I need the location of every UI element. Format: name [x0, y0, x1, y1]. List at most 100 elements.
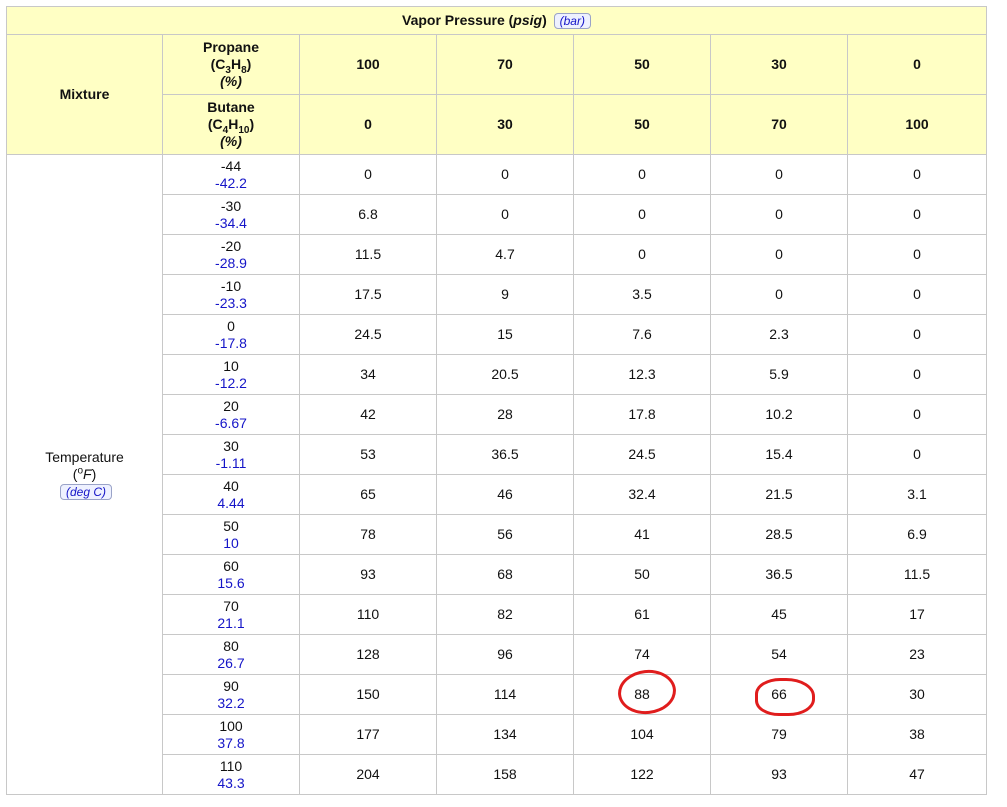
- deg-c-unit-toggle-button[interactable]: (deg C): [59, 484, 112, 500]
- pressure-value-cell: 17.5: [299, 274, 437, 315]
- temp-fahrenheit: -10: [220, 277, 242, 294]
- pressure-value-cell: 15: [436, 314, 574, 355]
- temp-fahrenheit: 0: [227, 317, 235, 334]
- temp-celsius: -28.9: [215, 254, 247, 271]
- pressure-value-cell: 7.6: [573, 314, 711, 355]
- pressure-value-cell: 0: [847, 194, 987, 235]
- pressure-value-cell: 11.5: [299, 234, 437, 275]
- temperature-cell: -44 -42.2: [162, 154, 300, 195]
- temp-fahrenheit: 20: [223, 397, 239, 414]
- temperature-cell: 90 32.2: [162, 674, 300, 715]
- pressure-value-cell: 122: [573, 754, 711, 795]
- title-text: Vapor Pressure: [402, 12, 505, 28]
- pressure-value-cell: 17: [847, 594, 987, 635]
- pressure-value-cell: 177: [299, 714, 437, 755]
- pressure-value-cell: 41: [573, 514, 711, 555]
- temp-fahrenheit: 40: [223, 477, 239, 494]
- pressure-value-cell: 6.9: [847, 514, 987, 555]
- pressure-value-cell: 114: [436, 674, 574, 715]
- pressure-value-cell: 32.4: [573, 474, 711, 515]
- temperature-cell: 80 26.7: [162, 634, 300, 675]
- temp-celsius: 10: [223, 534, 239, 551]
- temp-celsius: 37.8: [217, 734, 245, 751]
- pressure-value-cell: 0: [299, 154, 437, 195]
- temp-fahrenheit: 80: [223, 637, 239, 654]
- pressure-value-cell: 12.3: [573, 354, 711, 395]
- temp-celsius: -23.3: [215, 294, 247, 311]
- pressure-value-cell: 3.1: [847, 474, 987, 515]
- temperature-cell: -30 -34.4: [162, 194, 300, 235]
- propane-pct-cell: 50: [573, 34, 711, 95]
- pressure-value-cell: 36.5: [710, 554, 848, 595]
- pressure-value-cell: 0: [573, 194, 711, 235]
- pressure-value-cell: 28: [436, 394, 574, 435]
- pressure-value-cell: 68: [436, 554, 574, 595]
- pressure-value-cell: 96: [436, 634, 574, 675]
- pressure-value-cell: 150: [299, 674, 437, 715]
- title-row: Vapor Pressure (psig) (bar): [6, 6, 987, 35]
- bar-unit-toggle-button[interactable]: (bar): [553, 13, 591, 29]
- temp-celsius: 15.6: [217, 574, 245, 591]
- pressure-value-cell: 54: [710, 634, 848, 675]
- pressure-value-cell: 0: [847, 434, 987, 475]
- vapor-pressure-table-container: Vapor Pressure (psig) (bar) Mixture Prop…: [6, 6, 987, 796]
- temperature-cell: 70 21.1: [162, 594, 300, 635]
- pressure-value-cell: 0: [847, 394, 987, 435]
- temperature-cell: 10 -12.2: [162, 354, 300, 395]
- vapor-pressure-table: Vapor Pressure (psig) (bar) Mixture Prop…: [6, 6, 987, 795]
- pressure-value-cell: 15.4: [710, 434, 848, 475]
- propane-header-row: Mixture Propane (C3H8) (%) 100 70 50 30 0: [6, 34, 987, 155]
- pressure-value-cell: 4.7: [436, 234, 574, 275]
- temp-fahrenheit: 60: [223, 557, 239, 574]
- pressure-value-cell: 0: [847, 154, 987, 195]
- temperature-header: Temperature (oF) (deg C): [6, 154, 163, 795]
- temp-fahrenheit: 70: [223, 597, 239, 614]
- pressure-value-cell: 0: [573, 234, 711, 275]
- pressure-value-cell: 21.5: [710, 474, 848, 515]
- pressure-value-cell: 0: [436, 194, 574, 235]
- temperature-cell: 60 15.6: [162, 554, 300, 595]
- temp-celsius: -17.8: [215, 334, 247, 351]
- pressure-value-cell: 78: [299, 514, 437, 555]
- pressure-value-cell: 17.8: [573, 394, 711, 435]
- temperature-cell: 20 -6.67: [162, 394, 300, 435]
- propane-name: Propane: [202, 39, 259, 55]
- pressure-value-cell: 9: [436, 274, 574, 315]
- pressure-value-cell: 79: [710, 714, 848, 755]
- pressure-value-cell: 30: [847, 674, 987, 715]
- pressure-value-cell: 88: [573, 674, 711, 715]
- pressure-value-cell: 0: [436, 154, 574, 195]
- temp-fahrenheit: 10: [223, 357, 239, 374]
- pressure-value-cell: 50: [573, 554, 711, 595]
- pressure-value-cell: 0: [573, 154, 711, 195]
- temp-fahrenheit: -44: [220, 157, 242, 174]
- pressure-value-cell: 0: [847, 314, 987, 355]
- butane-pct-cell: 30: [436, 94, 574, 155]
- table-title: Vapor Pressure (psig) (bar): [6, 6, 987, 35]
- pressure-value-cell: 28.5: [710, 514, 848, 555]
- pressure-value-cell: 0: [710, 194, 848, 235]
- pressure-value-cell: 2.3: [710, 314, 848, 355]
- table-row: Temperature (oF) (deg C) -44 -42.2 0 0 0 0 0: [6, 154, 987, 795]
- temperature-cell: 30 -1.11: [162, 434, 300, 475]
- pressure-value-cell: 24.5: [299, 314, 437, 355]
- pressure-value-cell: 20.5: [436, 354, 574, 395]
- butane-label-cell: Butane (C4H10) (%): [162, 94, 300, 155]
- butane-pct-cell: 70: [710, 94, 848, 155]
- propane-percent-unit: (%): [220, 73, 242, 89]
- temp-celsius: -34.4: [215, 214, 247, 231]
- propane-pct-cell: 0: [847, 34, 987, 95]
- pressure-value-cell: 46: [436, 474, 574, 515]
- pressure-value-cell: 134: [436, 714, 574, 755]
- pressure-value-cell: 93: [710, 754, 848, 795]
- pressure-value-cell: 61: [573, 594, 711, 635]
- propane-label-cell: Propane (C3H8) (%): [162, 34, 300, 95]
- temp-celsius: -6.67: [215, 414, 247, 431]
- temperature-cell: 40 4.44: [162, 474, 300, 515]
- pressure-value-cell: 5.9: [710, 354, 848, 395]
- pressure-value-cell: 56: [436, 514, 574, 555]
- butane-name: Butane: [207, 99, 255, 115]
- pressure-value-cell: 93: [299, 554, 437, 595]
- temperature-unit: (oF): [72, 465, 97, 482]
- pressure-value-cell: 74: [573, 634, 711, 675]
